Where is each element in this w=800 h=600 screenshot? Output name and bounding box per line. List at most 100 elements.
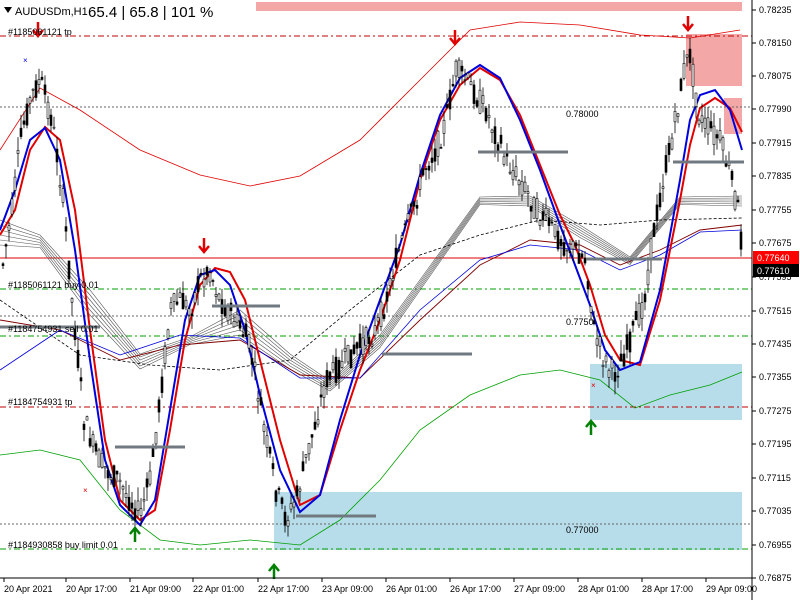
candle-body bbox=[139, 508, 143, 516]
price-tick-label: 0.77835 bbox=[759, 171, 792, 181]
price-tick-label: 0.77195 bbox=[759, 439, 792, 449]
candle-body bbox=[397, 249, 401, 251]
candle-body bbox=[463, 79, 467, 81]
candle-body bbox=[514, 166, 518, 178]
candle-body bbox=[457, 59, 461, 78]
candle-body bbox=[649, 238, 653, 261]
candle-body bbox=[325, 370, 329, 387]
level-label-78000: 0.78000 bbox=[566, 109, 599, 119]
candle-body bbox=[322, 385, 326, 398]
candle-body bbox=[76, 349, 80, 368]
candle-body bbox=[16, 150, 20, 154]
candle-body bbox=[289, 503, 293, 510]
fast-red-ma-line bbox=[0, 66, 743, 522]
candle-body bbox=[115, 470, 119, 475]
price-tick-label: 0.76955 bbox=[759, 540, 792, 550]
candle-body bbox=[316, 419, 320, 425]
candle-body bbox=[283, 511, 287, 526]
candle-body bbox=[478, 89, 482, 114]
candle-body bbox=[400, 235, 404, 239]
cross-marker-icon: × bbox=[83, 486, 88, 495]
candle-body bbox=[286, 520, 290, 527]
candle-body bbox=[532, 197, 536, 219]
candle-body bbox=[7, 225, 11, 231]
time-tick-label: 26 Apr 01:00 bbox=[386, 584, 437, 594]
candle-body bbox=[544, 207, 548, 215]
chart-window[interactable]: × × × #1185061121 tp #1185061121 buy 0.01 … bbox=[0, 0, 800, 600]
candle-body bbox=[574, 242, 578, 247]
candle-body bbox=[187, 308, 191, 316]
candle-body bbox=[274, 490, 278, 502]
candle-body bbox=[415, 205, 419, 209]
candle-body bbox=[454, 60, 458, 77]
candle-body bbox=[637, 302, 641, 326]
candle-body bbox=[583, 258, 587, 264]
candle-body bbox=[607, 369, 611, 378]
candle-body bbox=[706, 117, 710, 135]
candle-body bbox=[691, 63, 695, 87]
candle-body bbox=[169, 302, 173, 309]
candle-body bbox=[688, 48, 692, 64]
price-chart[interactable]: ××× #1185061121 tp #1185061121 buy 0.01 … bbox=[0, 0, 800, 600]
price-tick-label: 0.77275 bbox=[759, 406, 792, 416]
grey-ma-line bbox=[0, 201, 743, 388]
candle-body bbox=[367, 336, 371, 345]
candle-body bbox=[565, 249, 569, 252]
dropdown-triangle-icon[interactable] bbox=[4, 7, 12, 13]
candle-body bbox=[469, 81, 473, 86]
candle-body bbox=[409, 203, 413, 207]
price-tick-label: 0.77035 bbox=[759, 506, 792, 516]
time-tick-label: 23 Apr 09:00 bbox=[322, 584, 373, 594]
candle-body bbox=[631, 321, 635, 326]
candle-body bbox=[472, 84, 476, 104]
price-tick-label: 0.78235 bbox=[759, 5, 792, 15]
candle-body bbox=[25, 103, 29, 126]
candle-body bbox=[154, 432, 158, 445]
candle-body bbox=[166, 329, 170, 339]
candle-body bbox=[280, 497, 284, 504]
candle-body bbox=[712, 125, 716, 145]
candle-body bbox=[172, 293, 176, 302]
candle-body bbox=[460, 65, 464, 72]
candle-body bbox=[451, 83, 455, 87]
candle-body bbox=[670, 137, 674, 150]
candle-body bbox=[661, 186, 665, 189]
candle-body bbox=[556, 230, 560, 250]
candle-body bbox=[388, 278, 392, 286]
price-tick-label: 0.77675 bbox=[759, 238, 792, 248]
chart-header: AUDUSDm,H1 65.4 | 65.8 | 101 % bbox=[4, 4, 213, 21]
candle-body bbox=[484, 107, 488, 122]
candle-body bbox=[547, 217, 551, 226]
cross-marker-icon: × bbox=[591, 381, 596, 390]
candle-body bbox=[595, 338, 599, 346]
candle-body bbox=[136, 500, 140, 511]
candle-body bbox=[562, 242, 566, 256]
candle-body bbox=[601, 365, 605, 367]
candle-body bbox=[160, 376, 164, 393]
candle-body bbox=[736, 199, 740, 203]
candle-body bbox=[418, 176, 422, 190]
fast-blue-ma-line bbox=[0, 63, 743, 527]
order-label-tp: #1184754931 tp bbox=[8, 397, 72, 407]
order-label-tp-top: #1185061121 tp bbox=[8, 27, 72, 37]
candle-body bbox=[709, 121, 713, 129]
candle-body bbox=[58, 185, 62, 188]
time-tick-label: 29 Apr 09:00 bbox=[706, 584, 757, 594]
buy-zone-box-bottom bbox=[274, 492, 742, 550]
price-tick-label: 0.77990 bbox=[759, 104, 792, 114]
candle-body bbox=[91, 434, 95, 447]
candle-body bbox=[271, 463, 275, 469]
candle-body bbox=[535, 198, 539, 219]
candle-body bbox=[529, 205, 533, 212]
price-tag-red: 0.77640 bbox=[757, 253, 790, 263]
candle-body bbox=[208, 272, 212, 283]
candle-body bbox=[19, 127, 23, 137]
candle-body bbox=[703, 117, 707, 129]
candlestick-series bbox=[1, 37, 743, 537]
candle-body bbox=[211, 280, 215, 282]
candle-body bbox=[49, 114, 53, 126]
candle-body bbox=[277, 487, 281, 491]
candle-body bbox=[100, 452, 104, 468]
candle-body bbox=[538, 220, 542, 227]
price-tick-label: 0.77755 bbox=[759, 205, 792, 215]
